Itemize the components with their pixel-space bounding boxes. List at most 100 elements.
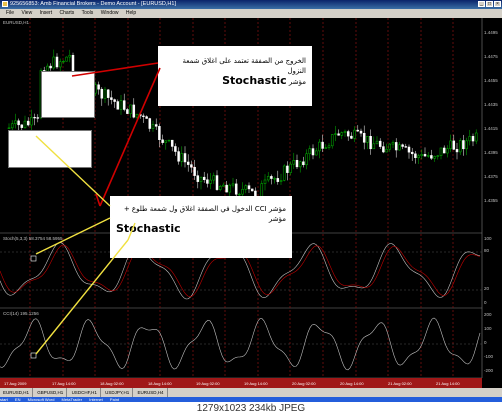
candle-body [407,146,411,153]
candle-body [209,179,212,184]
time-tick-label: 18 Aug 14:00 [148,381,172,386]
title-bar: 925656853: Amb Financial Brokers - Demo … [0,0,502,9]
menu-file[interactable]: File [6,9,14,18]
candle-body [321,141,324,149]
time-tick-label: 18 Aug 02:00 [100,381,124,386]
candle-body [119,100,123,110]
candle-body [286,165,289,173]
tab-chart-1[interactable]: EURUSD,H1 [0,388,34,397]
candle-body [442,147,446,154]
candle-body [318,141,321,152]
candle-body [330,134,334,147]
candle-body [462,140,465,150]
candle-body [129,104,132,114]
candle-body [343,131,347,133]
cci-signal-marker [30,352,37,359]
price-tick-label: 1.4475 [484,54,498,59]
cci-tick-label: 0 [484,340,487,345]
candle-body [215,175,219,190]
candle-body [10,123,14,129]
candle-body [270,176,273,179]
candle-body [404,146,408,148]
candle-body [372,143,376,150]
candle-body [302,161,305,166]
minimize-button[interactable]: _ [478,1,485,7]
candle-body [186,161,190,165]
maximize-button[interactable]: □ [486,1,493,7]
candle-body [439,147,443,156]
candle-body [401,144,404,147]
candle-body [436,155,440,157]
menu-view[interactable]: View [21,9,32,18]
candle-body [49,65,52,69]
candle-body [289,163,292,173]
candle-body [305,153,308,166]
candle-body [167,139,171,142]
candle-body [474,132,478,142]
stoch-tick-label: 0 [484,300,487,305]
time-tick-label: 20 Aug 02:00 [292,381,316,386]
candle-body [103,89,107,99]
time-tick-label: 21 Aug 02:00 [388,381,412,386]
candle-body [433,156,436,159]
candle-body [388,143,392,150]
menu-help[interactable]: Help [126,9,136,18]
candle-body [279,179,283,182]
stoch-signal-marker [30,255,37,262]
candle-body [366,136,369,143]
image-caption: 1279x1023 234kb JPEG [0,402,502,415]
annotation-exit: الخروج من الصفقة تعتمد على اغلاق شمعة ال… [158,46,312,106]
candle-body [266,176,270,181]
close-button[interactable]: × [494,1,501,7]
candle-body [337,133,340,136]
price-tick-label: 1.4415 [484,126,498,131]
candle-body [468,136,472,142]
candle-body [158,126,161,140]
time-tick-label: 19 Aug 02:00 [196,381,220,386]
chart-area[interactable]: 1.4495 1.4475 1.4455 1.4435 1.4415 1.4395 1.43… [0,18,502,388]
annotation-exit-indicator: Stochastic [222,74,287,87]
tab-chart-5[interactable]: EURUSD,H4 [135,388,168,397]
tab-chart-3[interactable]: USDCHF,H1 [69,388,101,397]
candle-body [228,184,232,193]
candle-body [17,120,20,126]
candle-body [177,151,180,162]
candle-body [36,117,40,119]
menu-charts[interactable]: Charts [60,9,75,18]
cci-tick-label: 200 [484,312,492,317]
candle-body [148,118,152,129]
candle-body [394,142,398,151]
menu-insert[interactable]: Insert [40,9,53,18]
menu-tools[interactable]: Tools [82,9,94,18]
candle-body [356,129,360,132]
stoch-label: Stoch(5,3,3) 58.3754 58.5955 [3,236,63,241]
candle-body [234,183,238,195]
candle-body [231,183,235,186]
candle-body [423,154,427,157]
candle-body [116,101,120,110]
tab-chart-4[interactable]: USDJPY,H1 [102,388,134,397]
price-tick-label: 1.4355 [484,198,498,203]
candle-body [334,133,337,135]
candle-body [52,56,56,69]
price-tick-label: 1.4395 [484,150,498,155]
candle-body [346,131,350,137]
candle-body [414,153,417,158]
price-tick-label: 1.4375 [484,174,498,179]
candle-body [359,130,363,134]
candle-body [190,164,193,168]
candle-body [455,149,459,153]
candle-body [170,139,174,147]
time-tick-label: 21 Aug 14:00 [436,381,460,386]
price-tick-label: 1.4455 [484,78,498,83]
candle-body [273,178,276,180]
candle-body [340,132,344,136]
menu-window[interactable]: Window [101,9,119,18]
candle-body [398,144,401,151]
candle-body [225,184,228,193]
candle-body [110,97,113,100]
candle-body [458,140,462,153]
tab-chart-2[interactable]: GBPUSD,H1 [34,388,68,397]
candle-body [30,116,33,126]
candle-body [212,175,216,181]
